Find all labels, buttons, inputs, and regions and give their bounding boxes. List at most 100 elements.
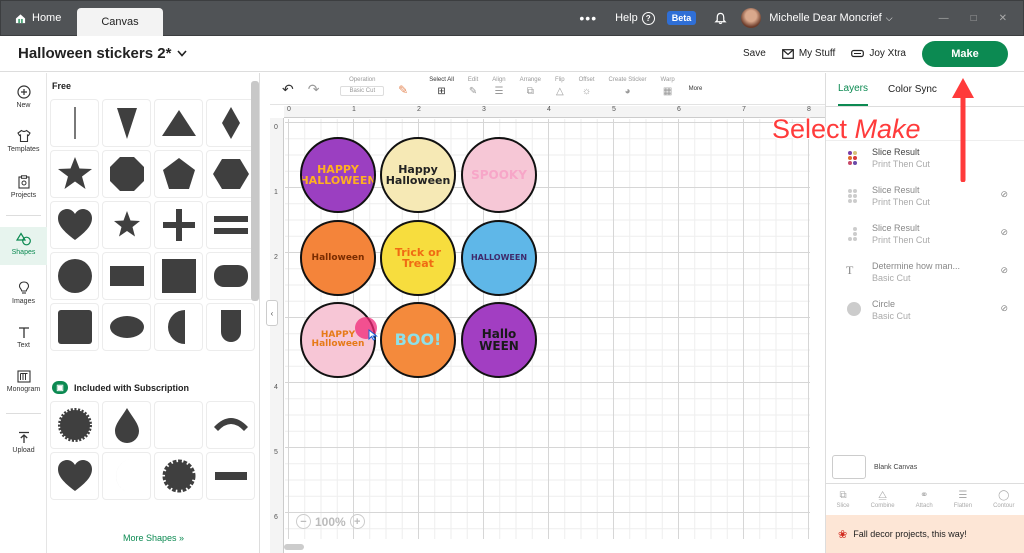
- shape-star-small[interactable]: [102, 201, 151, 249]
- canvas-grid[interactable]: HAPPY HALLOWEEN Happy Halloween SPOOKY H…: [285, 119, 810, 539]
- tab-color-sync[interactable]: Color Sync: [888, 84, 937, 95]
- color-pen-icon[interactable]: ✎: [398, 83, 408, 97]
- contour-button[interactable]: ◯ Contour: [993, 490, 1014, 509]
- collapse-panel-button[interactable]: ‹: [266, 300, 278, 326]
- rail-item-monogram[interactable]: Monogram: [0, 370, 47, 393]
- shape-shield[interactable]: [206, 303, 255, 351]
- shape-triangle[interactable]: [154, 99, 203, 147]
- offset-button[interactable]: Offset ☼: [579, 77, 595, 97]
- project-title[interactable]: Halloween stickers 2*: [18, 45, 188, 62]
- hidden-eye-icon[interactable]: ⊘: [1000, 265, 1008, 276]
- shape-triangle-down[interactable]: [102, 99, 151, 147]
- home-tab[interactable]: Home: [1, 0, 77, 36]
- more-shapes-link[interactable]: More Shapes »: [47, 533, 260, 543]
- edit-button[interactable]: Edit ✎: [468, 77, 478, 97]
- shape-crescent[interactable]: [154, 401, 203, 449]
- sticker-happy-halloween[interactable]: HAPPY HALLOWEEN: [300, 137, 376, 213]
- rail-item-new[interactable]: New: [0, 85, 47, 109]
- shape-rounded-rect[interactable]: [206, 252, 255, 300]
- blank-canvas-item[interactable]: Blank Canvas: [832, 455, 917, 479]
- layer-item[interactable]: Slice Result Print Then Cut: [846, 147, 1016, 169]
- rail-item-projects[interactable]: Projects: [0, 175, 47, 199]
- sticker-trick-or-treat[interactable]: Trick or Treat: [380, 220, 456, 296]
- canvas-tab[interactable]: Canvas: [77, 8, 163, 36]
- select-all-button[interactable]: Select All ⊞: [429, 77, 454, 97]
- hidden-eye-icon[interactable]: ⊘: [1000, 189, 1008, 200]
- save-button[interactable]: Save: [743, 48, 766, 59]
- combine-button[interactable]: ⧋ Combine: [871, 490, 895, 509]
- shape-rectangle[interactable]: [102, 252, 151, 300]
- sticker-hallo-ween[interactable]: Hallo WEEN: [461, 302, 537, 378]
- shape-heart[interactable]: [50, 201, 99, 249]
- slice-button[interactable]: ⧉ Slice: [837, 490, 850, 509]
- shape-pentagon[interactable]: [154, 150, 203, 198]
- flatten-button[interactable]: ☰ Flatten: [954, 490, 972, 509]
- shape-hexagon[interactable]: [206, 150, 255, 198]
- create-sticker-button[interactable]: Create Sticker ◕: [609, 77, 647, 97]
- rail-item-images[interactable]: Images: [0, 281, 47, 305]
- undo-icon[interactable]: ↶: [282, 81, 294, 98]
- shape-teardrop[interactable]: [102, 401, 151, 449]
- shape-circle[interactable]: [50, 252, 99, 300]
- shape-star[interactable]: [50, 150, 99, 198]
- bell-icon[interactable]: [714, 12, 727, 25]
- sticker-boo[interactable]: BOO!: [380, 302, 456, 378]
- attach-button[interactable]: ⚭ Attach: [916, 490, 933, 509]
- redo-icon[interactable]: ↷: [308, 81, 320, 98]
- zoom-out-button[interactable]: −: [296, 514, 311, 529]
- zoom-in-button[interactable]: +: [349, 514, 365, 529]
- arrange-button[interactable]: Arrange ⧉: [520, 77, 541, 97]
- sticker-happy-halloween-pink[interactable]: HAPPY Halloween: [300, 302, 376, 378]
- shape-square[interactable]: [154, 252, 203, 300]
- shape-bar[interactable]: [206, 452, 255, 500]
- my-stuff-button[interactable]: My Stuff: [781, 48, 835, 59]
- rail-item-text[interactable]: Text: [0, 326, 47, 349]
- close-icon[interactable]: ✕: [999, 13, 1007, 24]
- minimize-icon[interactable]: —: [939, 13, 949, 24]
- shape-rounded-square[interactable]: [50, 303, 99, 351]
- shape-cross[interactable]: [154, 201, 203, 249]
- help-button[interactable]: Help ?: [615, 11, 655, 25]
- shape-diamond[interactable]: [206, 99, 255, 147]
- shape-arc[interactable]: [206, 401, 255, 449]
- layer-item[interactable]: Slice Result Print Then Cut ⊘: [846, 185, 1016, 207]
- shape-equals[interactable]: [206, 201, 255, 249]
- layer-item[interactable]: Slice Result Print Then Cut ⊘: [846, 223, 1016, 245]
- flip-button[interactable]: Flip △: [555, 77, 565, 97]
- make-button[interactable]: Make: [922, 40, 1008, 67]
- beta-badge[interactable]: Beta: [666, 11, 697, 25]
- shape-crescent-thin[interactable]: [102, 452, 151, 500]
- shape-line[interactable]: [50, 99, 99, 147]
- layer-item[interactable]: T Determine how man... Basic Cut ⊘: [846, 261, 1016, 283]
- maximize-icon[interactable]: □: [971, 13, 977, 24]
- align-button[interactable]: Align ☰: [492, 77, 505, 97]
- layer-item[interactable]: Circle Basic Cut ⊘: [846, 299, 1016, 321]
- sticker-halloween-pumpkins[interactable]: Halloween: [300, 220, 376, 296]
- user-name[interactable]: Michelle Dear Moncrief: [769, 12, 881, 24]
- joy-xtra-button[interactable]: Joy Xtra: [851, 48, 906, 59]
- rail-item-templates[interactable]: Templates: [0, 129, 47, 153]
- sticker-spooky[interactable]: SPOOKY: [461, 137, 537, 213]
- hidden-eye-icon[interactable]: ⊘: [1000, 303, 1008, 314]
- rail-item-shapes[interactable]: Shapes: [0, 227, 47, 265]
- hidden-eye-icon[interactable]: ⊘: [1000, 227, 1008, 238]
- rail-item-upload[interactable]: Upload: [0, 431, 47, 454]
- shape-oval[interactable]: [102, 303, 151, 351]
- operation-dropdown[interactable]: Operation Basic Cut: [340, 77, 385, 96]
- sticker-skull-halloween[interactable]: HALLOWEEN: [461, 220, 537, 296]
- more-button[interactable]: More: [689, 86, 703, 92]
- more-options-icon[interactable]: •••: [579, 10, 597, 26]
- canvas-hscrollbar[interactable]: [284, 544, 304, 550]
- chevron-down-icon[interactable]: ⌵: [886, 13, 893, 24]
- tab-layers[interactable]: Layers: [838, 73, 869, 106]
- warp-button[interactable]: Warp ▦: [661, 77, 675, 97]
- shape-octagon[interactable]: [102, 150, 151, 198]
- shape-starburst[interactable]: [50, 401, 99, 449]
- shape-half-circle[interactable]: [154, 303, 203, 351]
- shapes-scrollbar[interactable]: [251, 81, 259, 301]
- avatar[interactable]: [741, 8, 762, 28]
- shape-scalloped-circle[interactable]: [154, 452, 203, 500]
- shape-heart-2[interactable]: [50, 452, 99, 500]
- promo-banner[interactable]: ❀ Fall decor projects, this way!: [826, 515, 1024, 553]
- sticker-halloween-web[interactable]: Happy Halloween: [380, 137, 456, 213]
